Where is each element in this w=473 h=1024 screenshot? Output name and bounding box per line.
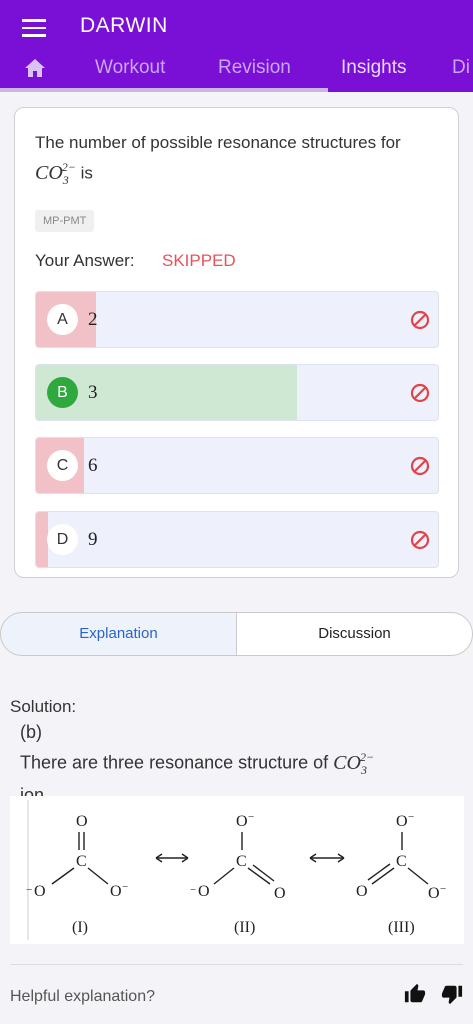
label-ii: (II) (234, 919, 255, 936)
thumbs-down-icon[interactable] (441, 983, 463, 1005)
menu-icon[interactable] (22, 16, 46, 37)
thumbs-up-icon[interactable] (404, 983, 426, 1005)
solution-section: Solution: (b) There are three resonance … (0, 672, 473, 1024)
atom-o: O (76, 813, 88, 830)
ban-icon (410, 456, 430, 476)
atom-c: C (236, 853, 247, 870)
resonance-structures-figure: O C − O O − (I) O − C − O O (II) O − C O… (10, 796, 464, 944)
solution-text-prefix: There are three resonance structure of (20, 752, 334, 773)
atom-c: C (76, 853, 87, 870)
atom-c: C (396, 853, 407, 870)
helpful-prompt: Helpful explanation? (10, 988, 155, 1005)
formula-sub: 3 (360, 762, 367, 777)
ban-icon (410, 383, 430, 403)
charge: − (408, 811, 414, 823)
tab-workout[interactable]: Workout (95, 57, 165, 79)
atom-o: O (198, 883, 210, 900)
question-text-suffix: is (75, 163, 93, 183)
your-answer-value: SKIPPED (162, 251, 236, 270)
option-c[interactable]: C 6 (35, 437, 439, 494)
question-text-prefix: The number of possible resonance structu… (35, 133, 401, 152)
atom-o: O (236, 813, 248, 830)
question-formula: CO32− (35, 160, 76, 187)
atom-o: O (356, 883, 368, 900)
formula-sup: 2− (61, 160, 76, 174)
app-title: DARWIN (80, 14, 168, 37)
tab-insights[interactable]: Insights (341, 57, 406, 79)
solution-answer: (b) (20, 722, 42, 742)
option-text: 3 (88, 382, 98, 403)
option-letter: A (47, 304, 78, 335)
ban-icon (410, 530, 430, 550)
option-text: 9 (88, 529, 98, 550)
formula-base: CO (333, 751, 361, 774)
atom-o: O (274, 885, 286, 902)
option-d[interactable]: D 9 (35, 511, 439, 568)
home-icon[interactable] (24, 58, 46, 78)
divider (10, 964, 463, 965)
atom-o: O (428, 885, 440, 902)
solution-body: (b) There are three resonance structure … (20, 720, 460, 808)
option-text: 6 (88, 455, 98, 476)
charge: − (190, 884, 196, 896)
solution-formula: CO32− (333, 750, 375, 777)
tab-di[interactable]: Di (452, 57, 470, 79)
atom-o: O (110, 883, 122, 900)
tab-revision[interactable]: Revision (218, 57, 291, 79)
charge: − (122, 881, 128, 893)
option-letter: B (47, 377, 78, 408)
ban-icon (410, 310, 430, 330)
charge: − (440, 883, 446, 895)
atom-o: O (34, 883, 46, 900)
option-letter: C (47, 450, 78, 481)
tab-discussion[interactable]: Discussion (236, 612, 473, 656)
option-letter: D (47, 524, 78, 555)
tab-explanation[interactable]: Explanation (0, 612, 237, 656)
tab-bar: Workout Revision Insights Di (0, 48, 473, 92)
your-answer-label: Your Answer: (35, 251, 135, 270)
label-i: (I) (72, 919, 88, 936)
atom-o: O (396, 813, 408, 830)
question-text: The number of possible resonance structu… (35, 130, 435, 193)
formula-sup: 2− (359, 750, 375, 764)
charge: − (248, 811, 254, 823)
exam-tag: MP-PMT (35, 210, 95, 232)
app-bar: DARWIN Workout Revision Insights Di (0, 0, 473, 92)
formula-base: CO (35, 161, 63, 184)
option-a[interactable]: A 2 (35, 291, 439, 348)
solution-heading: Solution: (10, 697, 77, 716)
tab-indicator (0, 88, 328, 92)
question-card: The number of possible resonance structu… (14, 107, 459, 578)
option-text: 2 (88, 309, 98, 330)
charge: − (26, 884, 32, 896)
formula-sub: 3 (62, 172, 69, 187)
option-b[interactable]: B 3 (35, 364, 439, 421)
label-iii: (III) (388, 919, 415, 936)
